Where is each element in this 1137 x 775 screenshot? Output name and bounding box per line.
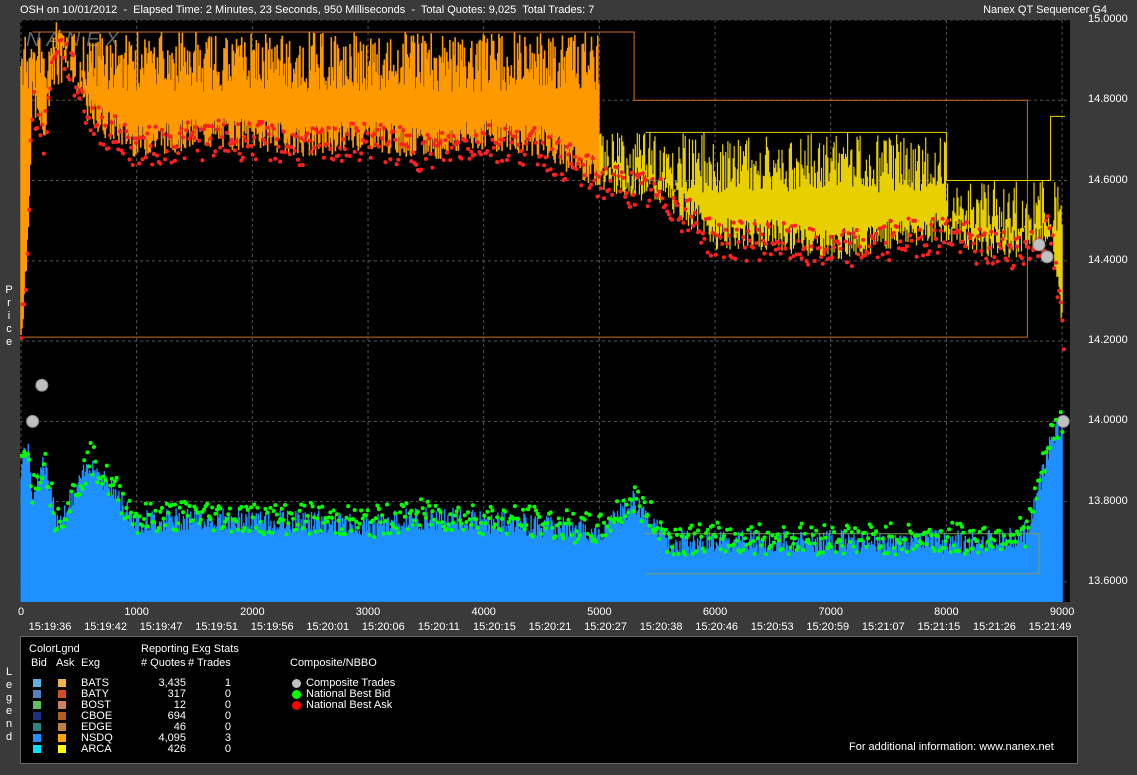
ask-swatch bbox=[58, 712, 66, 720]
time-tick-label-11: 15:20:38 bbox=[639, 621, 683, 633]
composite-trade-point-4 bbox=[1056, 414, 1070, 428]
y-tick-label-0: 15.0000 bbox=[1088, 13, 1128, 25]
ask-swatch bbox=[58, 745, 66, 753]
time-tick-label-5: 15:20:01 bbox=[306, 621, 350, 633]
exchange-name: ARCA bbox=[81, 743, 112, 755]
x-tick-label-3: 3000 bbox=[355, 606, 381, 618]
y-tick-label-1: 14.8000 bbox=[1088, 93, 1128, 106]
time-tick-label-3: 15:19:51 bbox=[195, 621, 239, 633]
time-tick-label-12: 15:20:46 bbox=[695, 621, 739, 633]
time-tick-label-0: 15:19:36 bbox=[28, 621, 72, 633]
stats-title: Reporting Exg Stats bbox=[141, 643, 239, 655]
chart-header: OSH on 10/01/2012 - Elapsed Time: 2 Minu… bbox=[0, 0, 1137, 20]
time-tick-label-14: 15:20:59 bbox=[806, 621, 850, 633]
y-axis-label: Price bbox=[5, 284, 13, 348]
nsdq-ask-quotes bbox=[20, 22, 600, 335]
ask-swatch bbox=[58, 679, 66, 687]
composite-trade-point-2 bbox=[1032, 238, 1046, 252]
x-tick-label-4: 4000 bbox=[471, 606, 496, 618]
legend-side-label: Legend bbox=[5, 666, 13, 743]
composite-title: Composite/NBBO bbox=[290, 657, 377, 669]
time-tick-label-2: 15:19:47 bbox=[139, 621, 183, 633]
y-tick-label-6: 13.8000 bbox=[1088, 494, 1128, 507]
y-tick-label-2: 14.6000 bbox=[1088, 173, 1128, 186]
time-tick-label-8: 15:20:15 bbox=[473, 621, 516, 633]
nsdq-bid-quotes bbox=[20, 418, 1063, 602]
ask-swatch bbox=[58, 723, 66, 731]
composite-trade-point-0 bbox=[26, 414, 40, 428]
bid-swatch bbox=[33, 734, 41, 742]
x-tick-label-7: 7000 bbox=[818, 606, 843, 618]
composite-swatch-icon bbox=[292, 701, 301, 710]
time-tick-label-1: 15:19:42 bbox=[84, 621, 127, 633]
y-tick-label-5: 14.0000 bbox=[1088, 414, 1128, 427]
plot-svg: NANEX bbox=[19, 19, 1070, 602]
x-tick-label-8: 8000 bbox=[934, 606, 959, 618]
price-plot: NANEX bbox=[19, 19, 1070, 602]
bid-swatch bbox=[33, 723, 41, 731]
stats-quotes-header: # Quotes bbox=[141, 657, 186, 669]
x-tick-label-9: 9000 bbox=[1049, 606, 1075, 618]
ask-swatch bbox=[58, 734, 66, 742]
ask-swatch bbox=[58, 690, 66, 698]
composite-swatch-icon bbox=[292, 690, 301, 699]
legend-ask-header: Ask bbox=[56, 657, 75, 669]
y-tick-label-7: 13.6000 bbox=[1088, 574, 1128, 587]
x-tick-label-6: 6000 bbox=[702, 606, 728, 618]
composite-label: National Best Ask bbox=[306, 699, 393, 711]
time-tick-label-4: 15:19:56 bbox=[250, 621, 294, 633]
x-tick-label-1: 1000 bbox=[124, 606, 149, 618]
legend-panel: ColorLgnd Bid Ask Exg Reporting Exg Stat… bbox=[20, 636, 1078, 764]
composite-trade-point-1 bbox=[35, 378, 49, 392]
legend-exg-header: Exg bbox=[81, 657, 100, 669]
ask-swatch bbox=[58, 701, 66, 709]
y-tick-label-3: 14.4000 bbox=[1088, 253, 1128, 266]
legend-bid-header: Bid bbox=[31, 657, 47, 669]
bid-swatch bbox=[33, 690, 41, 698]
stats-trades-header: # Trades bbox=[188, 657, 231, 669]
time-tick-label-15: 15:21:07 bbox=[861, 621, 905, 633]
footer-link-text: For additional information: www.nanex.ne… bbox=[849, 741, 1054, 753]
chart-title: OSH on 10/01/2012 - Elapsed Time: 2 Minu… bbox=[20, 4, 595, 16]
legend-title: ColorLgnd bbox=[29, 643, 80, 655]
x-tick-label-2: 2000 bbox=[240, 606, 265, 618]
bid-swatch bbox=[33, 712, 41, 720]
time-tick-label-7: 15:20:11 bbox=[417, 621, 460, 633]
exchange-trades: 0 bbox=[224, 743, 231, 755]
exchange-quotes: 426 bbox=[167, 743, 186, 755]
bid-swatch bbox=[33, 745, 41, 753]
arca-ask-outline bbox=[645, 115, 1065, 182]
bid-swatch bbox=[33, 701, 41, 709]
time-tick-label-6: 15:20:06 bbox=[361, 621, 405, 633]
time-tick-label-18: 15:21:49 bbox=[1028, 621, 1072, 633]
time-tick-label-17: 15:21:26 bbox=[973, 621, 1016, 633]
bid-swatch bbox=[33, 679, 41, 687]
x-tick-label-0: 0 bbox=[17, 606, 25, 618]
time-tick-label-10: 15:20:27 bbox=[584, 621, 627, 633]
time-tick-label-9: 15:20:21 bbox=[528, 621, 572, 633]
composite-swatch-icon bbox=[292, 679, 301, 688]
y-tick-label-4: 14.2000 bbox=[1088, 334, 1128, 347]
time-tick-label-16: 15:21:15 bbox=[917, 621, 961, 633]
time-tick-label-13: 15:20:53 bbox=[750, 621, 794, 633]
composite-trade-point-3 bbox=[1040, 250, 1054, 264]
x-tick-label-5: 5000 bbox=[587, 606, 612, 618]
